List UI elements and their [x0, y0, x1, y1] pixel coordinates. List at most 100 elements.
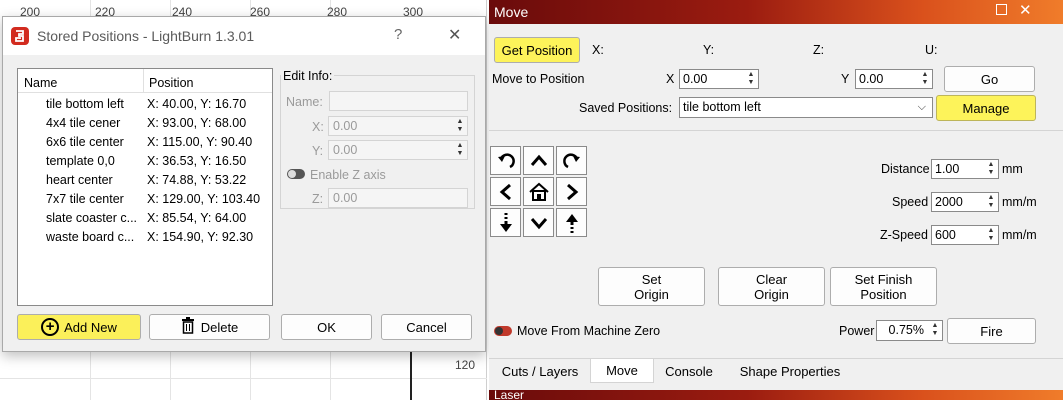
column-header-position[interactable]: Position: [149, 76, 193, 90]
trash-icon: [181, 317, 195, 337]
list-item[interactable]: waste board c... X: 154.90, Y: 92.30: [18, 230, 272, 249]
column-divider: [143, 69, 144, 93]
speed-unit: mm/m: [1002, 195, 1037, 209]
edit-info-label: Edit Info:: [281, 69, 335, 83]
enable-z-toggle[interactable]: [287, 169, 305, 179]
rotate-cw-icon[interactable]: [556, 146, 587, 175]
clear-origin-button[interactable]: Clear Origin: [718, 267, 825, 306]
distance-label: Distance: [881, 162, 930, 176]
spin-arrows-icon[interactable]: ▲ ▼: [985, 227, 997, 243]
list-item[interactable]: template 0,0 X: 36.53, Y: 16.50: [18, 154, 272, 173]
jog-down-icon[interactable]: [523, 208, 554, 237]
name-field[interactable]: [329, 91, 468, 111]
close-icon[interactable]: ✕: [1019, 1, 1032, 19]
float-icon[interactable]: [996, 4, 1007, 15]
u-coord-label: U:: [925, 43, 938, 57]
list-item[interactable]: slate coaster c... X: 85.54, Y: 64.00: [18, 211, 272, 230]
stored-positions-dialog: Stored Positions - LightBurn 1.3.01 ? ✕ …: [2, 16, 486, 352]
z-label: Z:: [312, 192, 324, 206]
z-coord-label: Z:: [813, 43, 825, 57]
add-new-button[interactable]: + Add New: [17, 314, 141, 340]
list-item[interactable]: 4x4 tile cener X: 93.00, Y: 68.00: [18, 116, 272, 135]
x-coord-label: X:: [592, 43, 604, 57]
cancel-button[interactable]: Cancel: [381, 314, 472, 340]
dialog-title: Stored Positions - LightBurn 1.3.01: [37, 28, 255, 44]
edit-info-group: Edit Info: Name: X: 0.00 ▲ ▼ Y: 0.00 ▲ ▼ Ena…: [280, 69, 475, 209]
jog-controls: [490, 146, 588, 238]
move-panel: Move ✕ Get Position X: Y: Z: U: Move to …: [489, 0, 1063, 400]
saved-positions-select[interactable]: tile bottom left ⌵: [679, 97, 933, 118]
help-button[interactable]: ?: [394, 26, 402, 43]
x-label: X:: [312, 120, 324, 134]
move-title: Move: [494, 4, 529, 20]
zspeed-input[interactable]: 600 ▲ ▼: [931, 225, 999, 245]
jog-left-icon[interactable]: [490, 177, 521, 206]
spin-arrows-icon[interactable]: ▲ ▼: [454, 142, 466, 158]
move-to-position-label: Move to Position: [492, 72, 585, 86]
speed-input[interactable]: 2000 ▲ ▼: [931, 192, 999, 212]
set-finish-position-button[interactable]: Set Finish Position: [830, 267, 937, 306]
move-titlebar[interactable]: Move ✕: [489, 0, 1063, 24]
spin-arrows-icon[interactable]: ▲ ▼: [985, 161, 997, 177]
jog-up-icon[interactable]: [523, 146, 554, 175]
column-header-name[interactable]: Name: [24, 76, 57, 90]
saved-positions-label: Saved Positions:: [579, 101, 673, 115]
fire-button[interactable]: Fire: [947, 318, 1036, 344]
spin-arrows-icon[interactable]: ▲ ▼: [745, 71, 757, 87]
spin-arrows-icon[interactable]: ▲ ▼: [919, 71, 931, 87]
divider: [489, 130, 1063, 131]
speed-label: Speed: [892, 195, 929, 209]
y-field[interactable]: 0.00 ▲ ▼: [328, 140, 468, 160]
rotate-ccw-icon[interactable]: [490, 146, 521, 175]
list-item[interactable]: 7x7 tile center X: 129.00, Y: 103.40: [18, 192, 272, 211]
zspeed-label: Z-Speed: [880, 228, 928, 242]
ruler-label: 120: [455, 358, 476, 372]
tab-cuts-layers[interactable]: Cuts / Layers: [490, 360, 590, 383]
move-from-zero-toggle[interactable]: [494, 326, 512, 336]
move-x-input[interactable]: 0.00 ▲ ▼: [679, 69, 759, 89]
y-coord-label: Y:: [703, 43, 715, 57]
dialog-titlebar[interactable]: Stored Positions - LightBurn 1.3.01 ? ✕: [3, 17, 485, 55]
jog-right-icon[interactable]: [556, 177, 587, 206]
spin-arrows-icon[interactable]: ▲ ▼: [929, 322, 941, 338]
y-label: Y: [841, 72, 850, 86]
spin-arrows-icon[interactable]: ▲ ▼: [985, 194, 997, 210]
enable-z-label: Enable Z axis: [310, 168, 386, 182]
list-item[interactable]: heart center X: 74.88, Y: 53.22: [18, 173, 272, 192]
list-item[interactable]: 6x6 tile center X: 115.00, Y: 90.40: [18, 135, 272, 154]
get-position-button[interactable]: Get Position: [494, 37, 580, 63]
panel-tab-bar: Cuts / Layers Move Console Shape Propert…: [489, 358, 1063, 383]
distance-input[interactable]: 1.00 ▲ ▼: [931, 159, 999, 179]
name-label: Name:: [286, 95, 323, 109]
x-field[interactable]: 0.00 ▲ ▼: [328, 116, 468, 136]
positions-list[interactable]: Name Position tile bottom left X: 40.00, …: [17, 68, 273, 306]
z-field[interactable]: 0.00: [328, 188, 468, 208]
move-y-input[interactable]: 0.00 ▲ ▼: [855, 69, 933, 89]
list-item[interactable]: tile bottom left X: 40.00, Y: 16.70: [18, 97, 272, 116]
manage-button[interactable]: Manage: [936, 95, 1036, 121]
z-down-icon[interactable]: [490, 208, 521, 237]
laser-panel-titlebar[interactable]: Laser: [489, 390, 1063, 400]
go-button[interactable]: Go: [944, 66, 1035, 92]
list-header: Name Position: [18, 69, 272, 93]
laser-panel-title: Laser: [494, 390, 525, 400]
distance-unit: mm: [1002, 162, 1023, 176]
y-label: Y:: [312, 144, 324, 158]
lightburn-logo-icon: [11, 27, 29, 45]
tab-move[interactable]: Move: [590, 359, 654, 383]
power-input[interactable]: 0.75% ▲ ▼: [876, 320, 943, 341]
home-icon[interactable]: [523, 177, 554, 206]
tab-console[interactable]: Console: [656, 360, 722, 383]
chevron-down-icon: ⌵: [917, 101, 926, 113]
x-label: X: [666, 72, 675, 86]
spin-arrows-icon[interactable]: ▲ ▼: [454, 118, 466, 134]
set-origin-button[interactable]: Set Origin: [598, 267, 705, 306]
z-up-icon[interactable]: [556, 208, 587, 237]
workspace-border: [410, 352, 412, 400]
tab-shape-properties[interactable]: Shape Properties: [730, 360, 850, 383]
grid-line: [0, 378, 487, 379]
move-from-zero-label: Move From Machine Zero: [517, 324, 661, 338]
ok-button[interactable]: OK: [281, 314, 372, 340]
delete-button[interactable]: Delete: [149, 314, 270, 340]
close-icon[interactable]: ✕: [448, 25, 461, 45]
